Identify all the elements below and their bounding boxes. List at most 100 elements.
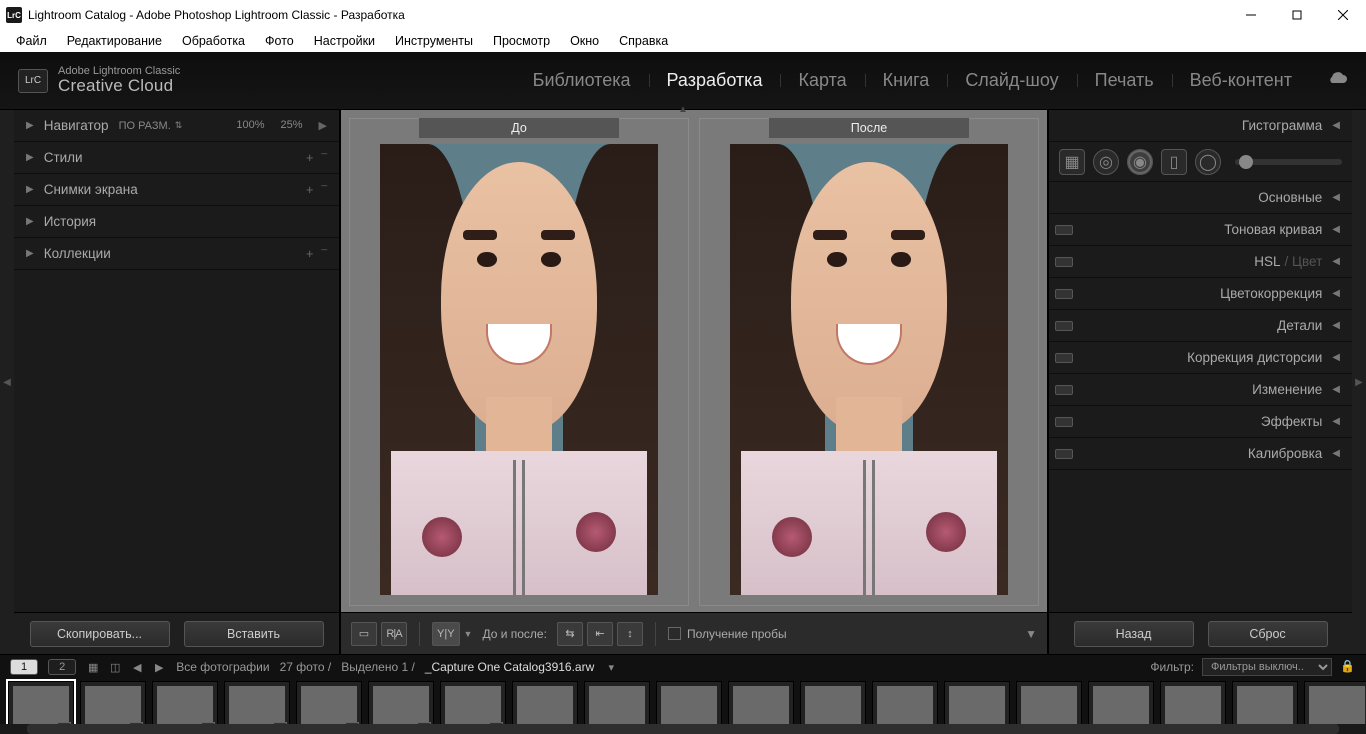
copy-button[interactable]: Скопировать... bbox=[30, 621, 170, 647]
menu-окно[interactable]: Окно bbox=[560, 32, 609, 50]
module-Библиотека[interactable]: Библиотека bbox=[515, 64, 649, 97]
thumbnail[interactable]: 4± bbox=[224, 681, 290, 724]
updown-icon[interactable]: ⇅ bbox=[175, 120, 183, 131]
chevron-down-icon[interactable]: ▼ bbox=[464, 629, 473, 639]
navigator-panel-header[interactable]: ▶ Навигатор ПО РАЗМ. ⇅ 100% 25% ▶ bbox=[14, 110, 339, 142]
menu-редактирование[interactable]: Редактирование bbox=[57, 32, 172, 50]
left-panel-Коллекции[interactable]: ▶Коллекции+_ bbox=[14, 238, 339, 270]
thumbnail[interactable]: 18 bbox=[1232, 681, 1298, 724]
right-panel-Детали[interactable]: Детали◀ bbox=[1049, 310, 1352, 342]
panel-toggle-icon[interactable] bbox=[1055, 385, 1073, 395]
nav-back-icon[interactable]: ◀ bbox=[130, 660, 144, 674]
module-Веб-контент[interactable]: Веб-контент bbox=[1172, 64, 1310, 97]
left-panel-Стили[interactable]: ▶Стили+_ bbox=[14, 142, 339, 174]
thumbnail[interactable]: 13 bbox=[872, 681, 938, 724]
minus-icon[interactable]: _ bbox=[321, 144, 327, 159]
monitor-2-button[interactable]: 2 bbox=[48, 659, 76, 675]
menu-справка[interactable]: Справка bbox=[609, 32, 678, 50]
thumbnail[interactable]: 12 bbox=[800, 681, 866, 724]
collapse-top-icon[interactable]: ▲ bbox=[678, 104, 688, 115]
copy-left-button[interactable]: ⇤ bbox=[587, 622, 613, 646]
panel-toggle-icon[interactable] bbox=[1055, 225, 1073, 235]
reset-button[interactable]: Сброс bbox=[1208, 621, 1328, 647]
right-panel-HSL[interactable]: HSL / Цвет◀ bbox=[1049, 246, 1352, 278]
histogram-header[interactable]: Гистограмма ◀ bbox=[1049, 110, 1352, 142]
left-panel-История[interactable]: ▶История bbox=[14, 206, 339, 238]
swap-button[interactable]: ⇆ bbox=[557, 622, 583, 646]
window-maximize-button[interactable] bbox=[1274, 0, 1320, 30]
navigator-zoom-100[interactable]: 100% bbox=[236, 119, 264, 132]
panel-toggle-icon[interactable] bbox=[1055, 321, 1073, 331]
menu-файл[interactable]: Файл bbox=[6, 32, 57, 50]
menu-просмотр[interactable]: Просмотр bbox=[483, 32, 560, 50]
filter-dropdown[interactable]: Фильтры выключ.. bbox=[1202, 658, 1332, 676]
menu-инструменты[interactable]: Инструменты bbox=[385, 32, 483, 50]
panel-toggle-icon[interactable] bbox=[1055, 449, 1073, 459]
minus-icon[interactable]: _ bbox=[321, 240, 327, 255]
window-close-button[interactable] bbox=[1320, 0, 1366, 30]
expand-left-strip[interactable]: ◀ bbox=[0, 110, 14, 654]
chevron-right-icon[interactable]: ▶ bbox=[319, 119, 327, 132]
thumbnail[interactable]: 14 bbox=[944, 681, 1010, 724]
navigator-zoom-25[interactable]: 25% bbox=[281, 119, 303, 132]
left-panel-Снимки экрана[interactable]: ▶Снимки экрана+_ bbox=[14, 174, 339, 206]
thumbnail[interactable]: 5± bbox=[296, 681, 362, 724]
spot-tool-icon[interactable]: ◎ bbox=[1093, 149, 1119, 175]
grid-view-icon[interactable]: ▦ bbox=[86, 660, 100, 674]
brush-size-slider[interactable] bbox=[1235, 159, 1342, 165]
redeye-tool-icon[interactable]: ◉ bbox=[1127, 149, 1153, 175]
filmstrip-scrollbar[interactable] bbox=[0, 724, 1366, 734]
panel-toggle-icon[interactable] bbox=[1055, 289, 1073, 299]
menu-обработка[interactable]: Обработка bbox=[172, 32, 255, 50]
module-Слайд-шоу[interactable]: Слайд-шоу bbox=[947, 64, 1076, 97]
square-view-icon[interactable]: ◫ bbox=[108, 660, 122, 674]
thumbnail[interactable]: 2± bbox=[80, 681, 146, 724]
window-minimize-button[interactable] bbox=[1228, 0, 1274, 30]
thumbnail[interactable]: 8 bbox=[512, 681, 578, 724]
thumbnail[interactable]: 3± bbox=[152, 681, 218, 724]
soft-proof-checkbox[interactable]: Получение пробы bbox=[668, 627, 787, 641]
loupe-view-button[interactable]: ▭ bbox=[351, 622, 377, 646]
minus-icon[interactable]: _ bbox=[321, 176, 327, 191]
right-panel-Изменение[interactable]: Изменение◀ bbox=[1049, 374, 1352, 406]
module-Печать[interactable]: Печать bbox=[1077, 64, 1172, 97]
toolbar-dropdown[interactable]: ▼ bbox=[1025, 627, 1037, 641]
radial-tool-icon[interactable]: ◯ bbox=[1195, 149, 1221, 175]
thumbnail[interactable]: 11 bbox=[728, 681, 794, 724]
right-panel-Тоновая кривая[interactable]: Тоновая кривая◀ bbox=[1049, 214, 1352, 246]
right-panel-Основные[interactable]: Основные◀ bbox=[1049, 182, 1352, 214]
copy-both-button[interactable]: ↕ bbox=[617, 622, 643, 646]
thumbnail[interactable]: 17 bbox=[1160, 681, 1226, 724]
module-Карта[interactable]: Карта bbox=[780, 64, 864, 97]
monitor-1-button[interactable]: 1 bbox=[10, 659, 38, 675]
plus-icon[interactable]: + bbox=[306, 246, 314, 261]
thumbnail[interactable]: 7± bbox=[440, 681, 506, 724]
navigator-mode[interactable]: ПО РАЗМ. bbox=[119, 120, 171, 132]
before-photo[interactable] bbox=[380, 144, 658, 595]
ref-view-button[interactable]: R|A bbox=[381, 622, 407, 646]
crop-tool-icon[interactable]: ▦ bbox=[1059, 149, 1085, 175]
module-Книга[interactable]: Книга bbox=[865, 64, 948, 97]
thumbnail[interactable]: 16 bbox=[1088, 681, 1154, 724]
thumbnail[interactable]: 1± bbox=[8, 681, 74, 724]
menu-фото[interactable]: Фото bbox=[255, 32, 304, 50]
right-panel-Цветокоррекция[interactable]: Цветокоррекция◀ bbox=[1049, 278, 1352, 310]
after-photo[interactable] bbox=[730, 144, 1008, 595]
cloud-sync-icon[interactable] bbox=[1326, 70, 1348, 91]
panel-toggle-icon[interactable] bbox=[1055, 417, 1073, 427]
menu-настройки[interactable]: Настройки bbox=[304, 32, 385, 50]
before-after-lr-button[interactable]: Y|Y bbox=[432, 622, 460, 646]
lock-icon[interactable]: 🔒 bbox=[1340, 659, 1356, 675]
gradient-tool-icon[interactable]: ▯ bbox=[1161, 149, 1187, 175]
module-Разработка[interactable]: Разработка bbox=[649, 64, 781, 97]
expand-right-strip[interactable]: ▶ bbox=[1352, 110, 1366, 654]
breadcrumb-filename[interactable]: _Capture One Catalog3916.arw bbox=[425, 660, 594, 674]
thumbnail[interactable]: 19 bbox=[1304, 681, 1366, 724]
paste-button[interactable]: Вставить bbox=[184, 621, 324, 647]
panel-toggle-icon[interactable] bbox=[1055, 257, 1073, 267]
panel-toggle-icon[interactable] bbox=[1055, 353, 1073, 363]
plus-icon[interactable]: + bbox=[306, 150, 314, 165]
right-panel-Коррекция дисторсии[interactable]: Коррекция дисторсии◀ bbox=[1049, 342, 1352, 374]
thumbnail[interactable]: 10 bbox=[656, 681, 722, 724]
plus-icon[interactable]: + bbox=[306, 182, 314, 197]
